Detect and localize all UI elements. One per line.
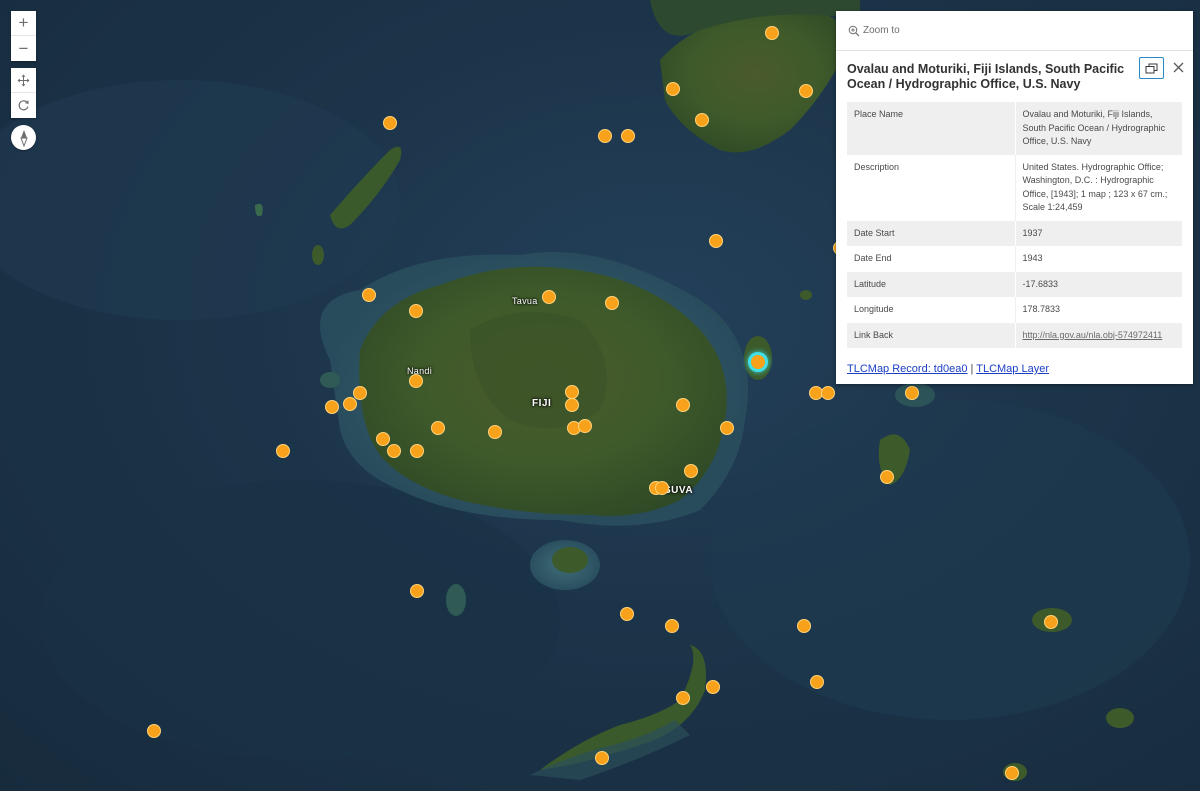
navigation-controls (11, 68, 36, 118)
attr-value: 1937 (1022, 227, 1043, 238)
zoom-to-label: Zoom to (863, 25, 900, 36)
attr-value: United States. Hydrographic Office; Wash… (1022, 161, 1168, 213)
footer-separator: | (970, 363, 974, 375)
map-marker[interactable] (409, 304, 423, 318)
map-marker[interactable] (353, 386, 367, 400)
attr-value: 178.7833 (1022, 304, 1061, 314)
map-marker[interactable] (409, 374, 423, 388)
map-marker[interactable] (542, 290, 556, 304)
map-marker[interactable] (880, 470, 894, 484)
map-marker[interactable] (665, 619, 679, 633)
map-marker[interactable] (821, 386, 835, 400)
map-marker[interactable] (684, 464, 698, 478)
map-marker[interactable] (431, 421, 445, 435)
attr-value: http://nla.gov.au/nla.obj-574972411 (1015, 323, 1182, 349)
map-marker[interactable] (598, 129, 612, 143)
attr-value: -17.6833 (1022, 278, 1059, 289)
attr-key: Description (847, 154, 1016, 221)
compass-icon (19, 129, 28, 147)
popup-title-row: Ovalau and Moturiki, Fiji Islands, South… (836, 51, 1193, 92)
close-button[interactable] (1170, 59, 1186, 75)
map-marker[interactable] (605, 296, 619, 310)
map-marker[interactable] (410, 444, 424, 458)
attr-key: Latitude (847, 271, 1016, 297)
map-marker[interactable] (578, 419, 592, 433)
table-row: Link Back http://nla.gov.au/nla.obj-5749… (847, 322, 1182, 349)
map-marker[interactable] (383, 116, 397, 130)
map-marker[interactable] (706, 680, 720, 694)
map-marker[interactable] (387, 444, 401, 458)
dock-button[interactable] (1139, 57, 1164, 79)
map-marker[interactable] (147, 724, 161, 738)
attr-key: Link Back (847, 322, 1016, 348)
map-marker[interactable] (709, 234, 723, 248)
tlcmap-record-link[interactable]: TLCMap Record: td0ea0 (847, 363, 967, 375)
zoom-controls: + − (11, 11, 36, 61)
zoom-to-button[interactable]: Zoom to (848, 25, 900, 37)
map-marker[interactable] (1005, 766, 1019, 780)
attr-value: Ovalau and Moturiki, Fiji Islands, South… (1022, 109, 1166, 146)
map-marker[interactable] (676, 398, 690, 412)
popup-title: Ovalau and Moturiki, Fiji Islands, South… (847, 62, 1125, 91)
map-marker[interactable] (810, 675, 824, 689)
rotate-icon (18, 100, 29, 111)
map-marker[interactable] (621, 129, 635, 143)
tlcmap-layer-link[interactable]: TLCMap Layer (976, 363, 1049, 375)
map-marker[interactable] (565, 398, 579, 412)
map-marker[interactable] (655, 481, 669, 495)
selected-map-marker[interactable] (748, 352, 768, 372)
map-marker[interactable] (325, 400, 339, 414)
feature-popup: Zoom to Ovalau and Moturiki, Fiji Island… (836, 11, 1193, 384)
popup-footer: TLCMap Record: td0ea0 | TLCMap Layer (847, 363, 1049, 375)
attr-key: Place Name (847, 102, 1016, 155)
map-marker[interactable] (695, 113, 709, 127)
map-marker[interactable] (720, 421, 734, 435)
attr-key: Date Start (847, 220, 1016, 246)
map-marker[interactable] (565, 385, 579, 399)
map-marker[interactable] (797, 619, 811, 633)
map-marker[interactable] (765, 26, 779, 40)
popup-header: Zoom to (836, 11, 1193, 51)
table-row: Description United States. Hydrographic … (847, 154, 1182, 221)
map-marker[interactable] (343, 397, 357, 411)
table-row: Date Start 1937 (847, 220, 1182, 246)
map-marker[interactable] (488, 425, 502, 439)
zoom-out-button[interactable]: − (11, 36, 36, 61)
map-marker[interactable] (620, 607, 634, 621)
attr-key: Date End (847, 246, 1016, 272)
map-marker[interactable] (666, 82, 680, 96)
table-row: Latitude -17.6833 (847, 271, 1182, 297)
close-icon (1173, 62, 1183, 72)
label-tavua: Tavua (512, 296, 538, 306)
map-marker[interactable] (276, 444, 290, 458)
zoom-in-button[interactable]: + (11, 11, 36, 36)
compass-button[interactable] (11, 125, 36, 150)
pan-icon (17, 74, 30, 86)
attr-value: 1943 (1022, 253, 1043, 263)
map-marker[interactable] (905, 386, 919, 400)
link-back[interactable]: http://nla.gov.au/nla.obj-574972411 (1023, 330, 1163, 340)
table-row: Place Name Ovalau and Moturiki, Fiji Isl… (847, 102, 1182, 155)
zoom-in-magnifier-icon (848, 25, 860, 36)
table-row: Longitude 178.7833 (847, 297, 1182, 323)
map-marker[interactable] (799, 84, 813, 98)
attr-key: Longitude (847, 297, 1016, 323)
dock-icon (1145, 63, 1158, 73)
map-marker[interactable] (376, 432, 390, 446)
map-marker[interactable] (410, 584, 424, 598)
map-marker[interactable] (595, 751, 609, 765)
rotate-button[interactable] (11, 93, 36, 118)
label-fiji: FIJI (532, 398, 552, 409)
table-row: Date End 1943 (847, 246, 1182, 272)
map-marker[interactable] (676, 691, 690, 705)
map-marker[interactable] (362, 288, 376, 302)
map-marker[interactable] (1044, 615, 1058, 629)
pan-button[interactable] (11, 68, 36, 93)
attribute-table: Place Name Ovalau and Moturiki, Fiji Isl… (847, 102, 1182, 348)
